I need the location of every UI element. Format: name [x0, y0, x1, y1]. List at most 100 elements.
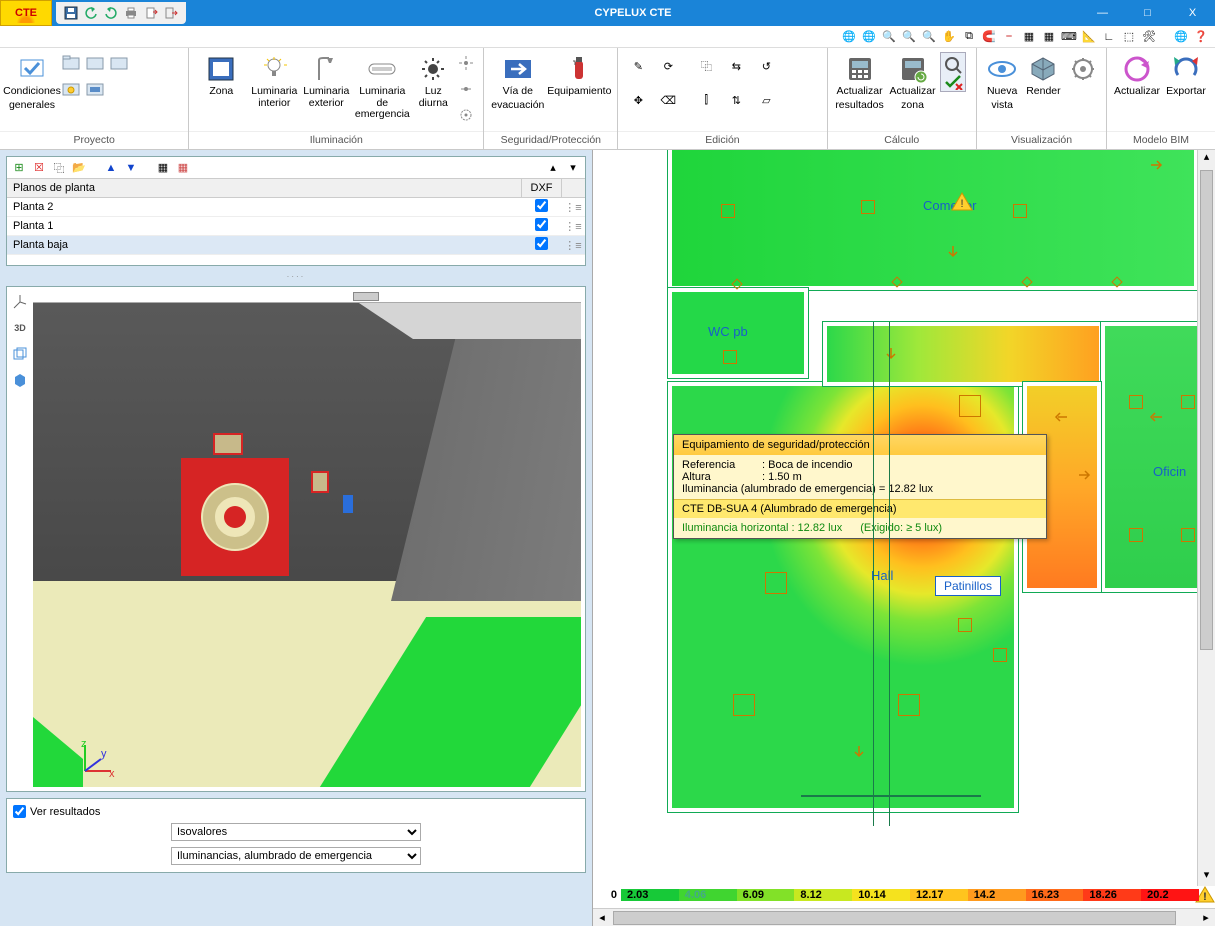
angle-icon[interactable]: ∟ [1101, 29, 1117, 45]
erase-icon[interactable]: ⌫ [654, 86, 682, 114]
tools-icon[interactable]: 🛠 [1141, 29, 1157, 45]
zoom-refresh-icon[interactable]: 🔍 [901, 29, 917, 45]
svg-text:!: ! [1203, 891, 1207, 903]
grid-icon[interactable]: ▦ [1021, 29, 1037, 45]
title-bar: CTE CYPELUX CTE — □ X [0, 0, 1215, 26]
via-evacuacion-button[interactable]: Vía deevacuación [490, 52, 545, 111]
exportar-bim-button[interactable]: Exportar [1163, 52, 1209, 98]
search-check-icon[interactable] [940, 52, 966, 92]
collapse-down-icon[interactable]: ▾ [565, 160, 581, 176]
keyboard-icon[interactable]: ⌨ [1061, 29, 1077, 45]
results-type-select[interactable]: Iluminancias, alumbrado de emergencia [171, 847, 421, 865]
folder2-icon[interactable] [84, 52, 106, 74]
folder-bulb-icon[interactable] [60, 78, 82, 100]
plan-row-planta1[interactable]: Planta 1 ⋮≡ [7, 217, 585, 236]
plan-vertical-scrollbar[interactable]: ▴ ▾ [1197, 150, 1215, 886]
light-circle-icon[interactable] [455, 104, 477, 126]
quick-access-toolbar [56, 2, 186, 24]
results-mode-select[interactable]: Isovalores [171, 823, 421, 841]
plan-dxf-checkbox[interactable] [535, 199, 548, 212]
move-up-icon[interactable]: ▲ [103, 160, 119, 176]
plan-row-planta2[interactable]: Planta 2 ⋮≡ [7, 198, 585, 217]
light-point-icon[interactable] [455, 52, 477, 74]
new-plan-icon[interactable]: ⊞ [11, 160, 27, 176]
general-conditions-button[interactable]: Condicionesgenerales [6, 52, 58, 111]
mirror-v-icon[interactable]: ⇆ [722, 52, 750, 80]
zoom-window-icon[interactable]: 🔍 [921, 29, 937, 45]
plan-horizontal-scrollbar[interactable]: ◂ ▸ [593, 908, 1215, 926]
move-down-icon[interactable]: ▼ [123, 160, 139, 176]
rotate-left-icon[interactable]: ↺ [752, 52, 780, 80]
ribbon-group-proyecto: Proyecto [0, 131, 188, 149]
measure-icon[interactable]: 📐 [1081, 29, 1097, 45]
delete-plan-icon[interactable]: ☒ [31, 160, 47, 176]
horizontal-splitter[interactable]: ···· [6, 272, 586, 280]
plan-row-plantabaja[interactable]: Planta baja ⋮≡ [7, 236, 585, 255]
nueva-vista-button[interactable]: Nuevavista [983, 52, 1021, 111]
refresh-icon[interactable]: ⟳ [654, 52, 682, 80]
axis-icon[interactable] [9, 291, 31, 313]
distribute-icon[interactable]: ⇅ [722, 86, 750, 114]
ribbon-group-seguridad: Seguridad/Protección [484, 131, 617, 149]
print-icon[interactable] [122, 4, 140, 22]
luz-diurna-button[interactable]: Luz diurna [413, 52, 453, 109]
edit-pencil-icon[interactable]: ✎ [624, 52, 652, 80]
luminaria-emergencia-button[interactable]: Luminaria de emergencia [353, 52, 411, 121]
exit-icon[interactable] [162, 4, 180, 22]
help-icon[interactable]: ❓ [1193, 29, 1209, 45]
minimize-button[interactable]: — [1080, 0, 1125, 26]
wire-cube-icon[interactable] [9, 343, 31, 365]
copy-plan-icon[interactable]: ⿻ [51, 160, 67, 176]
skew-icon[interactable]: ▱ [752, 86, 780, 114]
plan-settings-icon[interactable]: ⋮≡ [561, 239, 585, 252]
redo-icon[interactable] [102, 4, 120, 22]
maximize-button[interactable]: □ [1125, 0, 1170, 26]
folder-panel-icon[interactable] [84, 78, 106, 100]
align-h-icon[interactable]: ⫿ [692, 86, 720, 114]
snap-endpoint-icon[interactable]: 🧲 [981, 29, 997, 45]
room-label-wc: WC pb [708, 324, 748, 339]
undo-icon[interactable] [82, 4, 100, 22]
actualizar-zona-button[interactable]: Actualizarzona [888, 52, 938, 111]
snap-mid-icon[interactable]: ⎯ [1001, 29, 1017, 45]
globe-home-icon[interactable]: 🌐 [841, 29, 857, 45]
grid-settings-icon[interactable]: ▦ [1041, 29, 1057, 45]
equipamiento-button[interactable]: Equipamiento [547, 52, 611, 98]
luminaria-interior-button[interactable]: Luminaria interior [249, 52, 299, 109]
plan-settings-icon[interactable]: ⋮≡ [561, 220, 585, 233]
render-button[interactable]: Render [1023, 52, 1063, 98]
save-icon[interactable] [62, 4, 80, 22]
actualizar-bim-button[interactable]: Actualizar [1113, 52, 1161, 98]
luminaria-exterior-button[interactable]: Luminaria exterior [301, 52, 351, 109]
plan-dxf-checkbox[interactable] [535, 218, 548, 231]
plan-dxf-checkbox[interactable] [535, 237, 548, 250]
view-settings-button[interactable] [1066, 52, 1100, 84]
pan-icon[interactable]: ✋ [941, 29, 957, 45]
plans-header-row: Planos de plantaDXF [7, 179, 585, 198]
solid-cube-icon[interactable] [9, 369, 31, 391]
select-window-icon[interactable]: ⧉ [961, 29, 977, 45]
zona-button[interactable]: Zona [195, 52, 247, 98]
layers2-icon[interactable]: ▦ [175, 160, 191, 176]
select-box-icon[interactable]: ⬚ [1121, 29, 1137, 45]
help-globe-icon[interactable]: 🌐 [1173, 29, 1189, 45]
folder3-icon[interactable] [108, 52, 130, 74]
plan-view[interactable]: Comedor ! WC pb Hall Oficin Patinillos [592, 150, 1215, 926]
ver-resultados-checkbox[interactable]: Ver resultados [11, 803, 581, 820]
globe-icon[interactable]: 🌐 [861, 29, 877, 45]
layers-icon[interactable]: ▦ [155, 160, 171, 176]
close-button[interactable]: X [1170, 0, 1215, 26]
app-logo: CTE [0, 0, 52, 26]
view3d-canvas[interactable]: zxy [33, 291, 581, 787]
plan-settings-icon[interactable]: ⋮≡ [561, 201, 585, 214]
copy-icon[interactable]: ⿻ [692, 52, 720, 80]
move-cross-icon[interactable]: ✥ [624, 86, 652, 114]
view-3d-icon[interactable]: 3D [9, 317, 31, 339]
open-plan-icon[interactable]: 📂 [71, 160, 87, 176]
export-doc-icon[interactable] [142, 4, 160, 22]
actualizar-resultados-button[interactable]: Actualizarresultados [834, 52, 886, 111]
zoom-in-icon[interactable]: 🔍 [881, 29, 897, 45]
folder1-icon[interactable] [60, 52, 82, 74]
light-range-icon[interactable] [455, 78, 477, 100]
collapse-up-icon[interactable]: ▴ [545, 160, 561, 176]
